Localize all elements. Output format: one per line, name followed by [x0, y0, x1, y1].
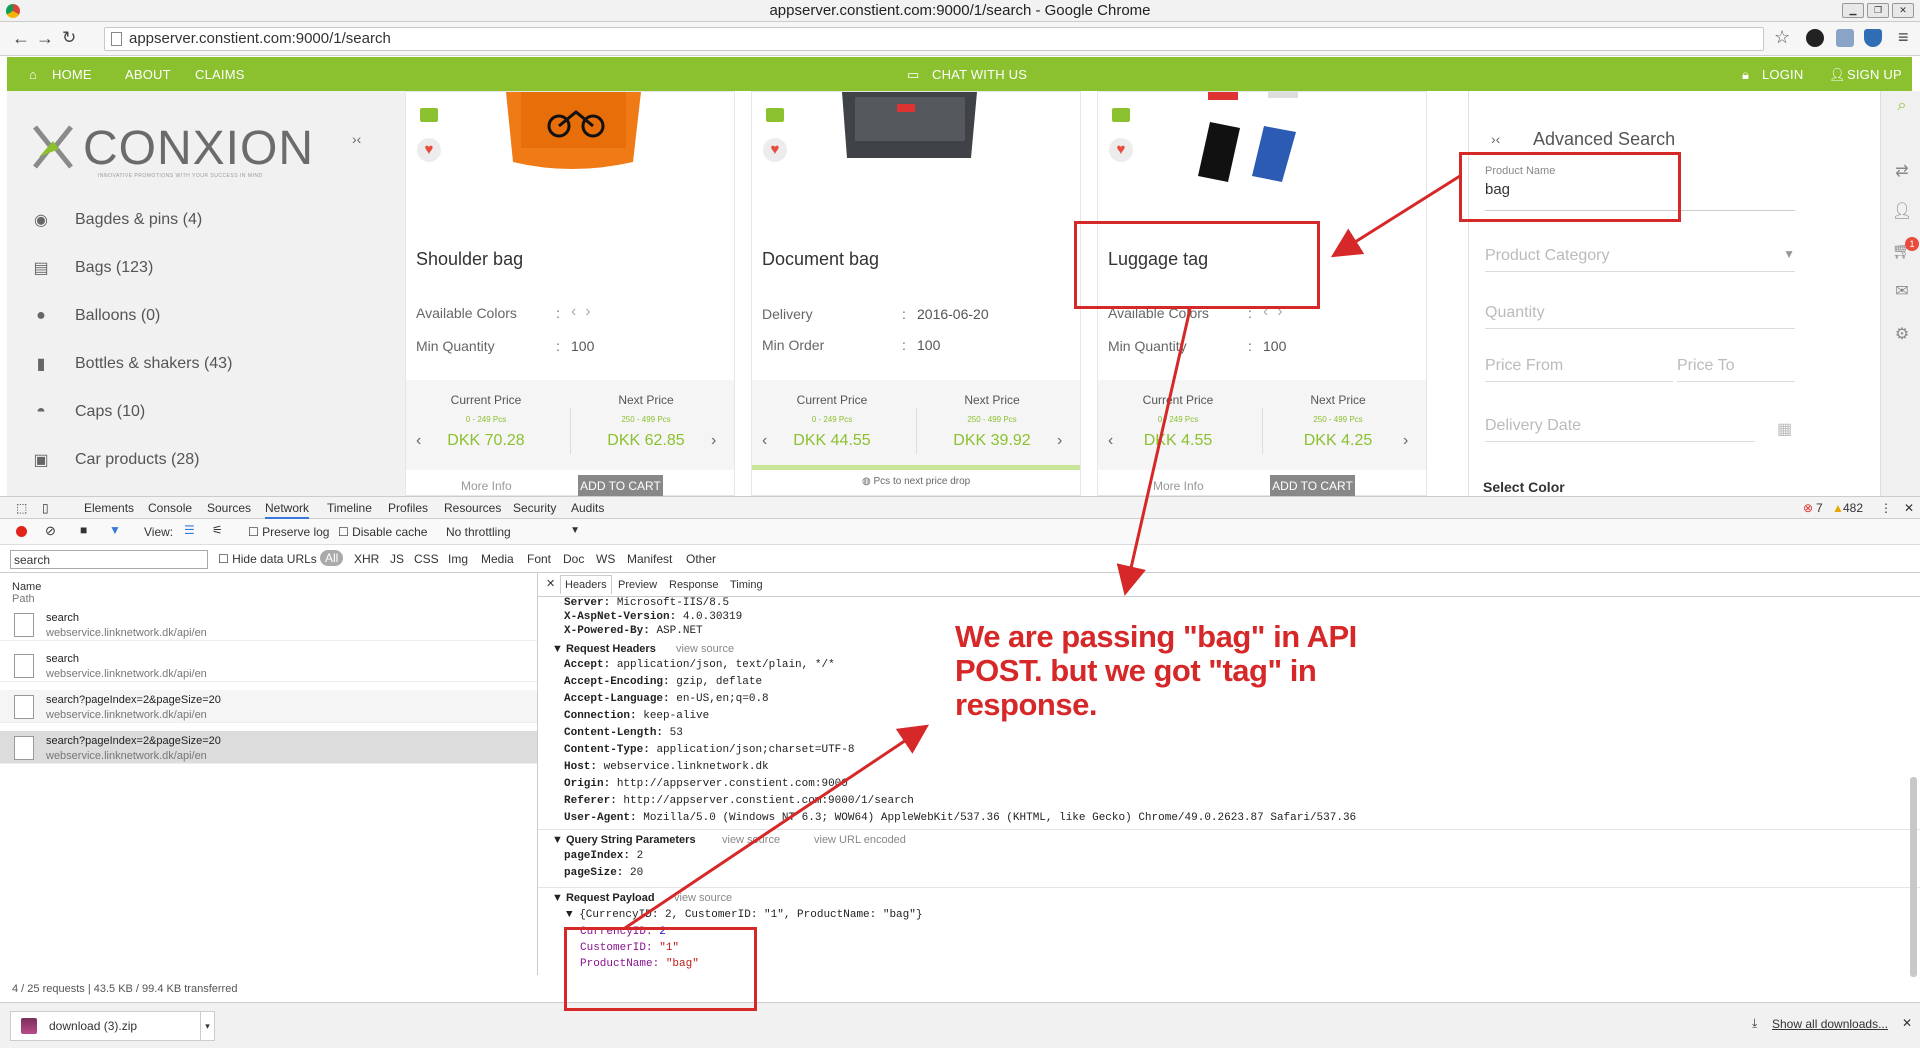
arrow-line — [1116, 308, 1192, 596]
arrow-line — [624, 724, 929, 930]
annotation-arrows — [624, 174, 1461, 930]
annotation-note: We are passing "bag" in API POST. but we… — [955, 619, 1357, 722]
arrow-line — [1330, 174, 1461, 258]
